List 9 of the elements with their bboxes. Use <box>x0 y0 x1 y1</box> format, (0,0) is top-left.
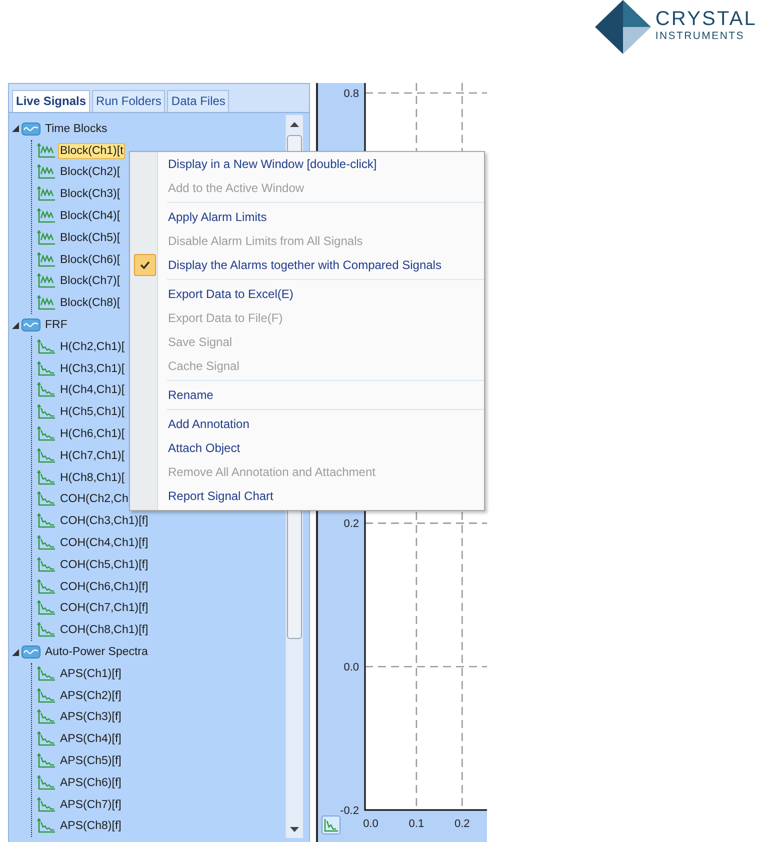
brand-name: CRYSTAL <box>655 8 757 30</box>
axis-tick-label: 0.2 <box>454 818 470 830</box>
axis-tick-label: 0.1 <box>408 818 424 830</box>
axis-tick-label: 0.0 <box>344 662 359 674</box>
brand-tagline: INSTRUMENTS <box>655 30 746 43</box>
axis-tick-label: -0.2 <box>340 805 359 817</box>
axis-tick-label: 0.0 <box>363 818 378 830</box>
axis-tick-label: 0.2 <box>344 518 359 530</box>
axis-tick-label: 0.8 <box>344 88 359 100</box>
